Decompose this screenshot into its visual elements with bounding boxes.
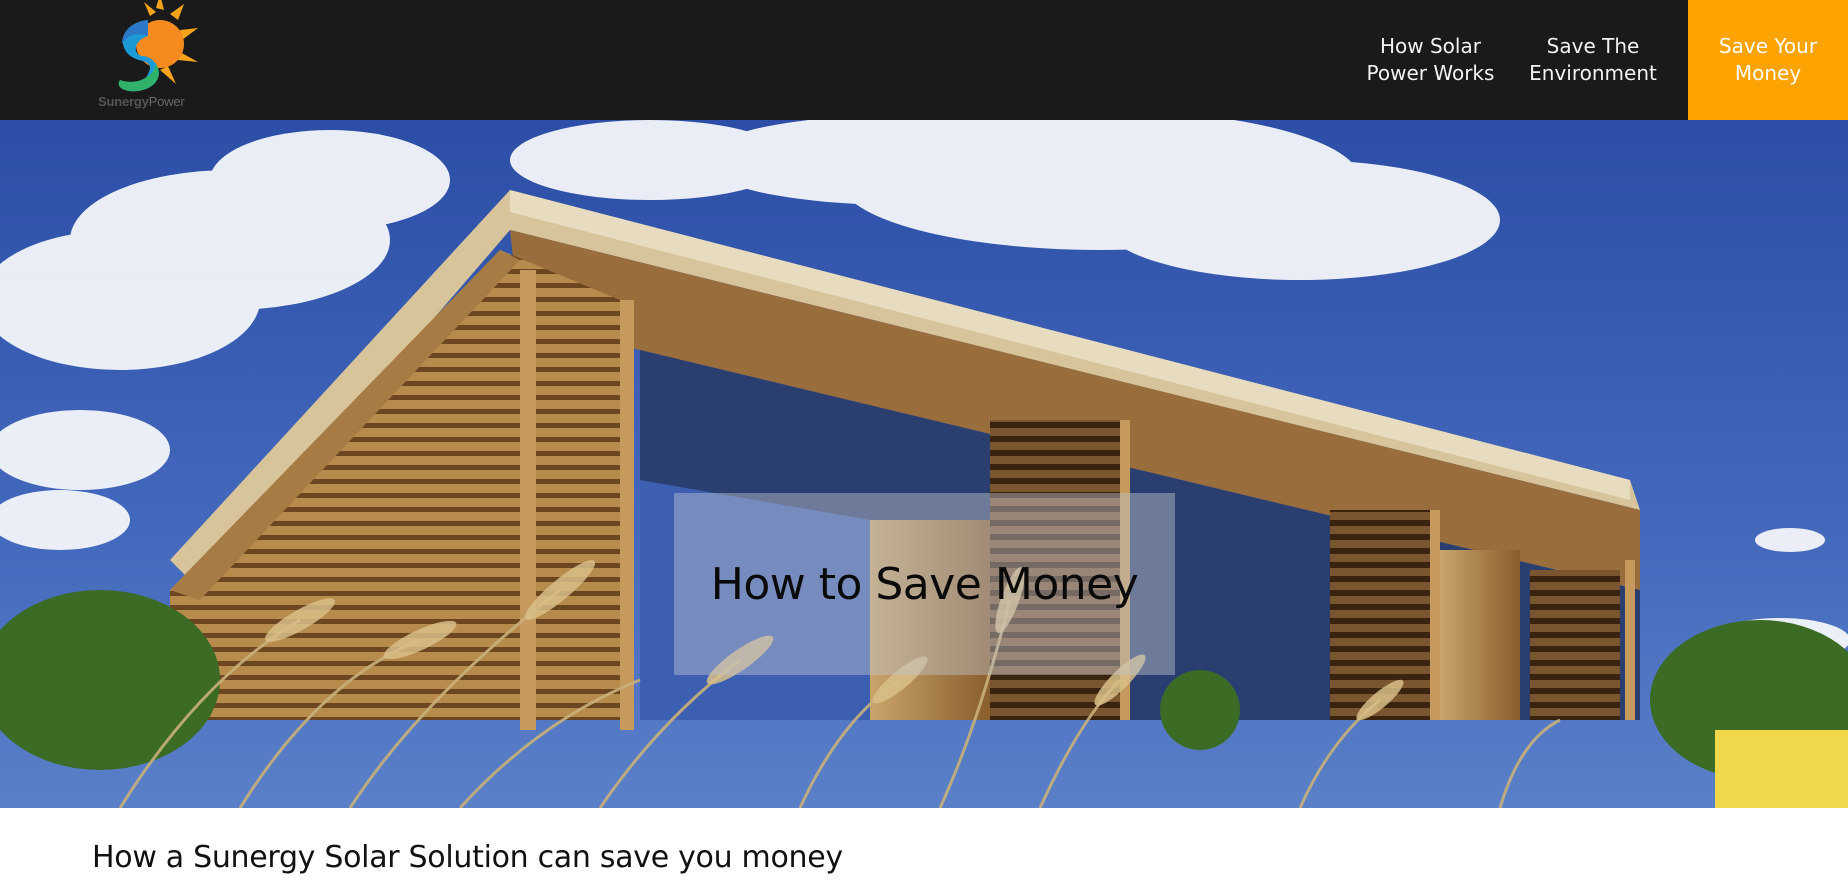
hero-title: How to Save Money [710,558,1139,610]
hero-banner: How to Save Money [0,120,1848,808]
section-heading: How a Sunergy Solar Solution can save yo… [92,840,843,875]
site-logo[interactable]: SunergyPower [98,0,218,112]
navbar: SunergyPower How Solar Power Works Save … [0,0,1848,120]
main-nav: How Solar Power Works Save The Environme… [1348,0,1848,120]
logo-text: SunergyPower [98,94,218,109]
sun-logo-icon [118,0,198,92]
nav-save-your-money[interactable]: Save Your Money [1688,0,1848,120]
nav-save-the-environment[interactable]: Save The Environment [1513,0,1673,120]
hero-image [0,120,1848,808]
nav-how-solar-power-works[interactable]: How Solar Power Works [1348,0,1513,120]
logo-word-power: Power [148,94,185,109]
logo-word-sunergy: Sunergy [98,94,149,109]
hero-title-box: How to Save Money [674,493,1175,675]
